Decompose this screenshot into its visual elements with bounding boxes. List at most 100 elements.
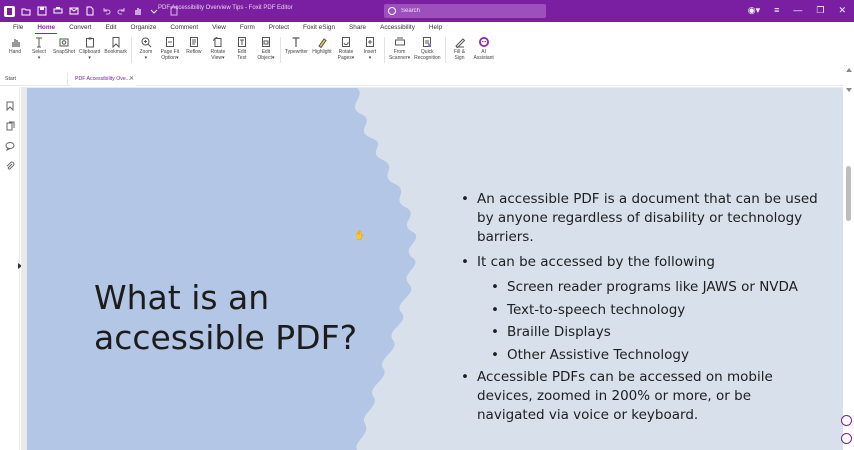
recognition-button[interactable]: Quick Recognition [412,34,442,61]
close-button[interactable]: ✕ [838,5,846,15]
ribbon-button-label: Bookmark [104,49,127,55]
insert-button[interactable]: Insert ▾ [358,34,382,61]
search-box[interactable] [384,4,546,18]
edit-text-button[interactable]: Edit Text [230,34,254,61]
edit-text-icon [236,36,248,48]
menu-comment[interactable]: Comment [163,22,205,34]
ribbon-button-label: From Scanner▾ [388,49,411,61]
clipboard-button[interactable]: Clipboard ▾ [77,34,102,61]
search-icon [388,7,396,15]
ribbon-button-label: Select ▾ [32,49,46,61]
menu-form[interactable]: Form [233,22,262,34]
ribbon-toolbar: Hand Select ▾ SnapShot Clipboard ▾ Bookmark Z… [0,34,854,66]
print-icon[interactable] [53,6,63,16]
typewriter-button[interactable]: Typewriter [283,34,310,55]
snapshot-icon [58,36,70,48]
zoom-button[interactable]: Zoom ▾ [134,34,158,61]
menu-share[interactable]: Share [342,22,373,34]
save-icon[interactable] [37,6,47,16]
edit-object-button[interactable]: Edit Object▾ [254,34,278,61]
ribbon-button-label: Rotate View▾ [210,49,226,61]
bookmark-button[interactable]: Bookmark [102,34,129,55]
slide-sub-bullet: Braille Displays [461,323,821,342]
redo-icon[interactable] [117,6,127,16]
fill-sign-icon [454,36,466,48]
ribbon-separator [383,37,385,63]
rotate-pages-icon [340,36,352,48]
snapshot-button[interactable]: SnapShot [51,34,77,55]
page-fit-icon [164,36,176,48]
account-icon[interactable]: ◉▾ [748,5,760,15]
scroll-up-icon[interactable] [846,68,852,72]
slide-title: What is an accessible PDF? [94,278,358,357]
menu-accessibility[interactable]: Accessibility [373,22,422,34]
menu-foxit-esign[interactable]: Foxit eSign [296,22,342,34]
rotate-view-icon [212,36,224,48]
fill-sign-button[interactable]: Fill & Sign [448,34,472,61]
bookmark-icon [110,36,122,48]
scanner-button[interactable]: From Scanner▾ [387,34,412,61]
slide-bullet: It can be accessed by the following [461,253,821,272]
tab-start[interactable]: Start [0,73,68,86]
minimize-button[interactable]: — [793,5,802,15]
menu-edit[interactable]: Edit [98,22,123,34]
ribbon-button-label: Clipboard ▾ [78,49,101,61]
vertical-scrollbar[interactable] [841,66,854,450]
zoom-icon [140,36,152,48]
slide-sub-bullet: Other Assistive Technology [461,346,821,365]
ribbon-button-label: Highlight [312,49,332,55]
ribbon-button-label: Edit Object▾ [257,49,275,61]
window-controls: ◉▾ ≡ — ❐ ✕ [748,5,846,15]
ribbon-button-label: Insert ▾ [363,49,377,61]
select-icon [33,36,45,48]
menu-icon[interactable]: ≡ [774,5,779,15]
close-tab-icon[interactable]: ✕ [129,76,134,83]
app-logo-icon [4,5,15,17]
bookmark-panel-icon[interactable] [5,98,15,112]
document-viewport[interactable]: What is an accessible PDF? An accessible… [21,87,843,450]
select-button[interactable]: Select ▾ [27,34,51,61]
title-bar: PDF Accessibility Overview Tips - Foxit … [0,0,854,22]
ribbon-button-label: Rotate Pages▾ [337,49,355,61]
scroll-down-icon[interactable] [846,88,852,92]
menu-help[interactable]: Help [422,22,449,34]
menu-protect[interactable]: Protect [262,22,296,34]
rotate-view-button[interactable]: Rotate View▾ [206,34,230,61]
attachments-panel-icon[interactable] [5,158,15,170]
scrollbar-thumb[interactable] [846,166,851,221]
ai-assistant-button[interactable]: AI Assistant [472,34,496,61]
undo-icon[interactable] [101,6,111,16]
open-icon[interactable] [21,6,31,16]
recognition-icon [421,36,433,48]
document-tabs: Start PDF Accessibility Ove... ✕ [0,73,854,86]
menu-view[interactable]: View [205,22,233,34]
menu-file[interactable]: File [6,22,30,34]
menu-organize[interactable]: Organize [123,22,163,34]
hand-cursor-icon: ✋ [354,230,366,240]
new-document-icon[interactable] [85,6,95,16]
edit-object-icon [260,36,272,48]
page-fit-button[interactable]: Page Fit Option▾ [158,34,182,61]
ribbon-separator [130,37,132,63]
ribbon-button-label: Typewriter [284,49,308,55]
tab-document[interactable]: PDF Accessibility Ove... [70,73,136,86]
hand-tool-icon[interactable] [133,6,143,16]
highlight-button[interactable]: Highlight [310,34,334,55]
email-icon[interactable] [69,6,79,16]
reflow-button[interactable]: Reflow [182,34,206,55]
comments-panel-icon[interactable] [5,138,15,152]
pages-panel-icon[interactable] [5,118,15,131]
restore-button[interactable]: ❐ [816,5,824,15]
reflow-icon [188,36,200,48]
search-input[interactable] [401,8,541,14]
slide-bullet: An accessible PDF is a document that can… [461,190,821,247]
menu-home[interactable]: Home [30,22,62,34]
highlight-icon [316,36,328,48]
rotate-pages-button[interactable]: Rotate Pages▾ [334,34,358,61]
hand-button[interactable]: Hand [3,34,27,55]
support-icon[interactable] [841,433,852,444]
slide-bullet-list: An accessible PDF is a document that can… [461,190,821,431]
help-assistant-icon[interactable] [841,415,852,426]
ribbon-button-label: AI Assistant [473,49,494,61]
menu-convert[interactable]: Convert [62,22,98,34]
